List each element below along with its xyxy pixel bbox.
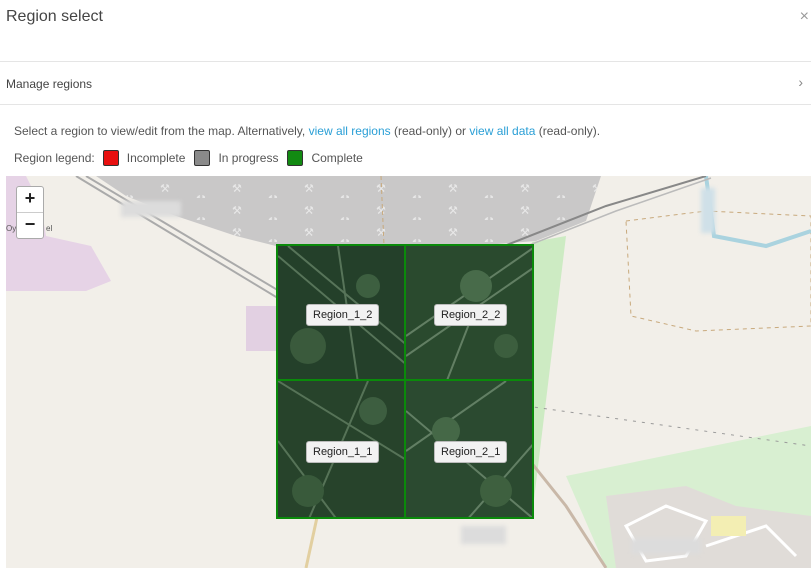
region-label: Region_1_2	[306, 304, 380, 326]
legend-label-in-progress: In progress	[218, 151, 279, 165]
instructions-suffix: (read-only).	[538, 124, 601, 138]
view-all-data-link[interactable]: view all data	[469, 124, 535, 138]
legend-swatch-in-progress	[194, 150, 211, 166]
instructions-prefix: Select a region to view/edit from the ma…	[14, 124, 306, 138]
legend-item-in-progress: In progress	[194, 150, 278, 166]
redacted-label	[461, 526, 506, 544]
manage-regions-row[interactable]: Manage regions ›	[0, 63, 811, 105]
legend-swatch-incomplete	[102, 150, 119, 166]
region-legend: Region legend: Incomplete In progress Co…	[14, 149, 372, 167]
region-2-2[interactable]: Region_2_2	[404, 244, 534, 381]
legend-title: Region legend:	[14, 151, 95, 165]
chevron-right-icon: ›	[798, 74, 803, 90]
legend-item-incomplete: Incomplete	[102, 150, 186, 166]
redacted-label	[121, 201, 181, 217]
region-label: Region_2_1	[434, 441, 508, 463]
legend-item-complete: Complete	[287, 150, 363, 166]
legend-label-complete: Complete	[311, 151, 363, 165]
map[interactable]: ⚒ ⚒ Oy el	[6, 176, 811, 568]
zoom-in-button[interactable]: +	[17, 187, 43, 212]
redacted-label	[631, 538, 701, 554]
legend-swatch-complete	[287, 150, 304, 166]
close-icon[interactable]: ×	[800, 8, 809, 26]
view-all-regions-link[interactable]: view all regions	[309, 124, 391, 138]
region-1-2[interactable]: Region_1_2	[276, 244, 406, 381]
modal-header: Region select ×	[0, 0, 811, 62]
instructions-text: Select a region to view/edit from the ma…	[14, 124, 600, 138]
region-label: Region_1_1	[306, 441, 380, 463]
modal-title: Region select	[6, 8, 103, 25]
region-label: Region_2_2	[434, 304, 508, 326]
map-place-fragment-b: el	[46, 224, 53, 233]
region-1-1[interactable]: Region_1_1	[276, 379, 406, 519]
instructions-middle: (read-only) or	[394, 124, 467, 138]
region-2-1[interactable]: Region_2_1	[404, 379, 534, 519]
redacted-label	[701, 188, 715, 233]
zoom-out-button[interactable]: −	[17, 212, 43, 238]
map-place-fragment-a: Oy	[6, 224, 17, 233]
legend-label-incomplete: Incomplete	[126, 151, 186, 165]
manage-regions-label: Manage regions	[6, 77, 93, 91]
zoom-control: + −	[16, 186, 44, 239]
